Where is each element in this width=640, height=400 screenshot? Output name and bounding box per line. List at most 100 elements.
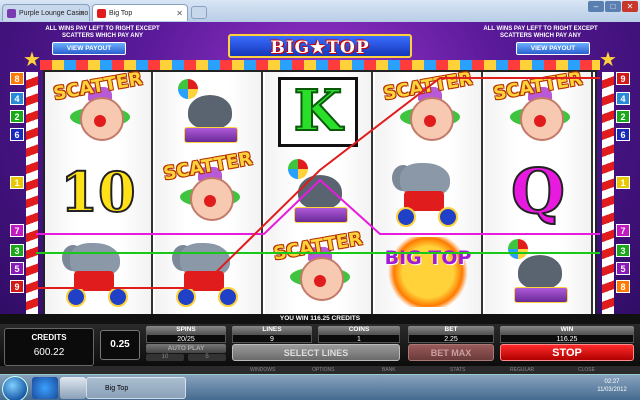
reel-cell — [45, 232, 151, 312]
reel-cell — [485, 232, 591, 312]
autoplay-button[interactable]: AUTO PLAY — [146, 344, 226, 353]
view-payout-button-left[interactable]: VIEW PAYOUT — [52, 42, 126, 55]
payline-badge[interactable]: 6 — [10, 128, 24, 141]
tab-purple-lounge-casino[interactable]: Purple Lounge Casino ✕ — [2, 4, 90, 21]
reel-cell: SCATTER — [485, 68, 591, 152]
reel-cell: K — [265, 72, 371, 152]
payline-badge[interactable]: 2 — [616, 110, 630, 123]
payline-badge[interactable]: 8 — [616, 280, 630, 293]
game-logo: BIG★TOP — [228, 34, 412, 58]
win-label: WIN — [500, 326, 634, 334]
payline-badge[interactable]: 8 — [10, 72, 24, 85]
payline-badge[interactable]: 9 — [616, 72, 630, 85]
elephant-on-bike-icon — [166, 237, 250, 307]
internet-explorer-icon[interactable] — [32, 377, 58, 399]
browser-tab-bar: Purple Lounge Casino ✕ Big Top ✕ – □ ✕ — [0, 0, 640, 23]
menu-stats[interactable]: STATS — [450, 366, 465, 374]
clown-scatter-icon: SCATTER — [272, 228, 364, 307]
clown-scatter-icon: SCATTER — [492, 68, 584, 147]
minimize-icon[interactable]: – — [588, 1, 604, 12]
reel-cell — [375, 152, 481, 232]
elephant-on-bike-icon — [56, 237, 140, 307]
menu-regular[interactable]: REGULAR — [510, 366, 534, 374]
bet-max-button[interactable]: BET MAX — [408, 344, 494, 361]
view-payout-button-right[interactable]: VIEW PAYOUT — [516, 42, 590, 55]
payline-badge[interactable]: 5 — [616, 262, 630, 275]
clown-scatter-icon: SCATTER — [162, 148, 254, 227]
tab-big-top[interactable]: Big Top ✕ — [92, 4, 188, 21]
taskbar-item-big-top[interactable]: Big Top — [86, 377, 186, 399]
clock-time: 02:27 — [604, 379, 620, 385]
win-value: 116.25 — [500, 334, 634, 343]
taskbar: Big Top 02:27 11/03/2012 — [0, 374, 640, 400]
reel-4: SCATTER BIG TOP — [375, 68, 483, 314]
close-icon[interactable]: ✕ — [622, 1, 638, 12]
pay-rule-text-right: ALL WINS PAY LEFT TO RIGHT EXCEPT SCATTE… — [483, 26, 598, 39]
bet-label: BET — [408, 326, 494, 334]
clown-scatter-icon: SCATTER — [382, 68, 474, 147]
control-panel: CREDITS 600.22 0.25 SPINS 20/25 AUTO PLA… — [0, 324, 640, 366]
reel-cell: Q — [485, 152, 591, 232]
reel-1: SCATTER 10 — [45, 68, 153, 314]
maximize-icon[interactable]: □ — [605, 1, 621, 12]
payline-badge[interactable]: 5 — [10, 262, 24, 275]
new-tab-button[interactable] — [191, 6, 207, 19]
payline-badge[interactable]: 2 — [10, 110, 24, 123]
lines-value: 9 — [232, 334, 312, 343]
stop-button[interactable]: STOP — [500, 344, 634, 361]
bet-value: 2.25 — [408, 334, 494, 343]
autoplay-option-10[interactable]: 10 — [146, 354, 184, 361]
payline-badge[interactable]: 7 — [10, 224, 24, 237]
screen: Purple Lounge Casino ✕ Big Top ✕ – □ ✕ A… — [0, 0, 640, 400]
candy-stripe-pole-right — [602, 72, 614, 316]
pay-rule-text-left: ALL WINS PAY LEFT TO RIGHT EXCEPT SCATTE… — [45, 26, 160, 39]
coins-label: COINS — [318, 326, 400, 334]
casino-app-icon[interactable] — [60, 377, 86, 399]
menu-close[interactable]: CLOSE — [578, 366, 595, 374]
payline-badge[interactable]: 1 — [616, 176, 630, 189]
casino-favicon-icon — [7, 9, 16, 18]
win-message-bar: YOU WIN 116.25 CREDITS — [0, 314, 640, 324]
game-menu-strip: WINDOWS OPTIONS BANK STATS REGULAR CLOSE — [0, 366, 640, 374]
seal-with-ball-icon — [498, 237, 578, 307]
menu-windows[interactable]: WINDOWS — [250, 366, 275, 374]
spins-value: 20/25 — [146, 334, 226, 343]
lines-label: LINES — [232, 326, 312, 334]
credits-value: 600.22 — [33, 347, 65, 358]
reel-window: SCATTER 10 SCATTER K SCATTER SCATTER BIG TOP SC… — [43, 68, 597, 316]
reel-cell — [155, 72, 261, 152]
autoplay-option-5[interactable]: 5 — [188, 354, 226, 361]
payline-badge[interactable]: 6 — [616, 128, 630, 141]
star-icon: ★ — [23, 49, 41, 71]
start-button[interactable] — [2, 376, 28, 400]
symbol-k: K — [278, 77, 358, 147]
select-lines-button[interactable]: SELECT LINES — [232, 344, 400, 361]
elephant-on-bike-icon — [386, 157, 470, 227]
payline-badge[interactable]: 9 — [10, 280, 24, 293]
game-favicon-icon — [97, 9, 106, 18]
payline-badge[interactable]: 3 — [10, 244, 24, 257]
circus-bunting — [40, 60, 600, 70]
spins-label: SPINS — [146, 326, 226, 334]
payline-badge[interactable]: 4 — [616, 92, 630, 105]
payline-badge[interactable]: 4 — [10, 92, 24, 105]
menu-bank[interactable]: BANK — [382, 366, 396, 374]
reel-cell: SCATTER — [265, 228, 371, 312]
clown-scatter-icon: SCATTER — [52, 68, 144, 147]
payline-badge[interactable]: 1 — [10, 176, 24, 189]
payline-badge[interactable]: 3 — [616, 244, 630, 257]
payline-badge[interactable]: 7 — [616, 224, 630, 237]
window-controls: – □ ✕ — [588, 1, 638, 13]
coin-value-selector[interactable]: 0.25 — [100, 330, 140, 360]
tab-close-icon[interactable]: ✕ — [176, 5, 183, 21]
reel-cell: SCATTER — [155, 148, 261, 232]
slot-game: ALL WINS PAY LEFT TO RIGHT EXCEPT SCATTE… — [0, 22, 640, 366]
reel-cell — [155, 232, 261, 312]
reel-cell: SCATTER — [45, 68, 151, 152]
big-top-text: BIG TOP — [384, 247, 472, 269]
reel-cell — [265, 152, 371, 232]
tab-close-icon[interactable]: ✕ — [78, 5, 85, 21]
menu-options[interactable]: OPTIONS — [312, 366, 335, 374]
candy-stripe-pole-left — [26, 72, 38, 316]
coins-value: 1 — [318, 334, 400, 343]
